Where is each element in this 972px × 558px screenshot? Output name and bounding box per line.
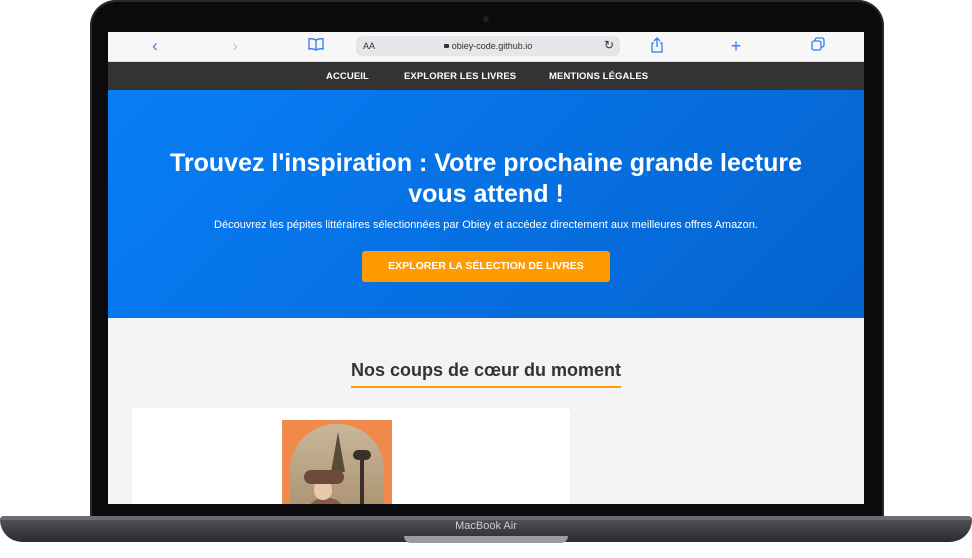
nav-link-mentions-legales[interactable]: MENTIONS LÉGALES [549, 71, 648, 82]
site-nav: ACCUEIL EXPLORER LES LIVRES MENTIONS LÉG… [108, 62, 864, 90]
url-display: obiey-code.github.io [356, 41, 620, 51]
hero-subtitle: Découvrez les pépites littéraires sélect… [214, 219, 758, 231]
hero-banner: Trouvez l'inspiration : Votre prochaine … [108, 90, 864, 318]
forward-icon[interactable]: › [226, 37, 244, 55]
nav-link-accueil[interactable]: ACCUEIL [326, 71, 369, 82]
laptop-hinge-notch [404, 536, 568, 543]
bookmarks-icon[interactable] [307, 37, 325, 55]
device-label: MacBook Air [455, 520, 517, 532]
hero-title-line-1: Trouvez l'inspiration : Votre prochaine … [170, 149, 802, 177]
browser-toolbar: ‹ › AA obiey-code.github.io ↻ + [108, 32, 864, 62]
nav-link-explorer-les-livres[interactable]: EXPLORER LES LIVRES [404, 71, 516, 82]
screen: ‹ › AA obiey-code.github.io ↻ + ACCUEIL … [108, 32, 864, 504]
book-cover-image[interactable] [282, 420, 392, 504]
new-tab-icon[interactable]: + [727, 37, 745, 55]
cover-illustration [290, 424, 384, 504]
book-card[interactable] [132, 408, 570, 504]
figure-hat [304, 470, 344, 484]
hero-title: Trouvez l'inspiration : Votre prochaine … [138, 148, 834, 210]
eiffel-tower-shape [331, 432, 345, 472]
lock-icon [443, 44, 449, 48]
section-header: Nos coups de cœur du moment [108, 360, 864, 388]
street-lamp-post [360, 456, 364, 504]
url-text: obiey-code.github.io [451, 41, 533, 51]
section-title: Nos coups de cœur du moment [350, 360, 622, 388]
hero-title-line-2: vous attend ! [408, 180, 564, 208]
back-icon[interactable]: ‹ [146, 37, 164, 55]
tabs-icon[interactable] [809, 37, 827, 55]
camera-icon [483, 16, 489, 22]
share-icon[interactable] [648, 37, 666, 55]
address-bar[interactable]: AA obiey-code.github.io ↻ [356, 36, 620, 56]
reload-icon[interactable]: ↻ [604, 38, 614, 52]
explore-selection-button[interactable]: EXPLORER LA SÉLECTION DE LIVRES [362, 251, 610, 282]
